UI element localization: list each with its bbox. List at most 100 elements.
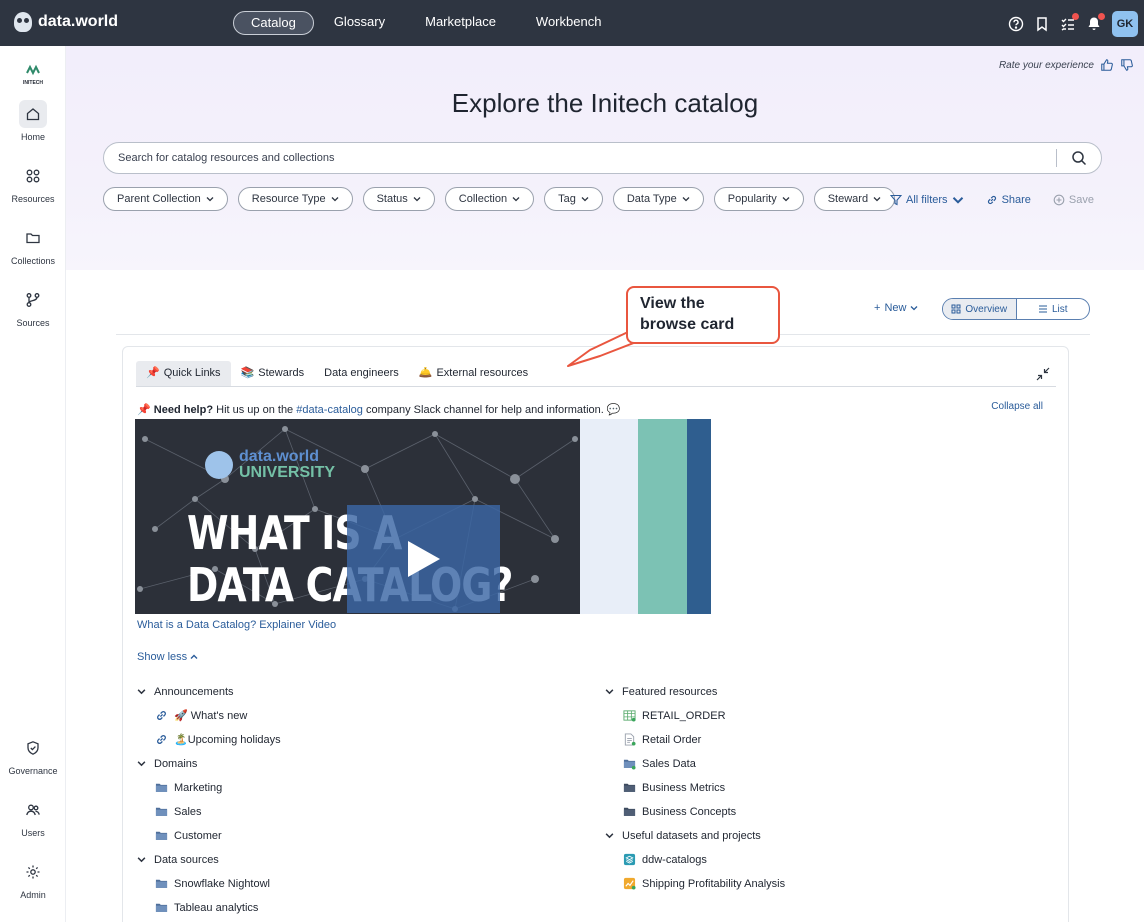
list-item[interactable]: Snowflake Nightowl [137, 875, 577, 892]
tab-stewards[interactable]: 📚 Stewards [231, 361, 315, 386]
list-item[interactable]: Retail Order [605, 731, 1045, 748]
rail-governance[interactable]: Governance [0, 734, 66, 776]
gear-icon [19, 858, 47, 886]
filter-resource-type[interactable]: Resource Type [237, 187, 353, 211]
rail-users[interactable]: Users [0, 796, 66, 838]
new-button[interactable]: + New [874, 302, 918, 314]
filter-data-type[interactable]: Data Type [612, 187, 704, 211]
rate-experience: Rate your experience [999, 58, 1134, 72]
tab-data-engineers[interactable]: Data engineers [314, 361, 409, 386]
help-text-2: company Slack channel for help and infor… [365, 404, 604, 416]
org-logo[interactable]: INITECH [20, 64, 46, 86]
nav-glossary[interactable]: Glossary [314, 11, 405, 35]
group-useful-datasets[interactable]: Useful datasets and projects [605, 827, 1045, 844]
chevron-down-icon [910, 306, 918, 311]
group-title: Announcements [154, 685, 234, 698]
filter-label: Popularity [727, 193, 777, 205]
chevron-down-icon [581, 197, 589, 202]
rail-sources[interactable]: Sources [0, 286, 66, 328]
list-item[interactable]: Business Metrics [605, 779, 1045, 796]
tasks-icon[interactable] [1060, 13, 1079, 32]
filter-collection[interactable]: Collection [444, 187, 535, 211]
folder-icon [155, 879, 168, 888]
list-item[interactable]: Business Concepts [605, 803, 1045, 820]
rail-resources[interactable]: Resources [0, 162, 66, 204]
rail-home[interactable]: Home [0, 100, 66, 142]
table-icon [623, 710, 636, 722]
chevron-down-icon [782, 197, 790, 202]
rail-admin[interactable]: Admin [0, 858, 66, 900]
group-data-sources[interactable]: Data sources [137, 851, 577, 868]
resources-icon [19, 162, 47, 190]
minimize-icon[interactable] [1036, 367, 1050, 381]
list-item[interactable]: Customer [137, 827, 577, 844]
list-item[interactable]: Sales Data [605, 755, 1045, 772]
dataset-icon [623, 853, 636, 866]
share-button[interactable]: Share [986, 194, 1031, 206]
item-label: Sales Data [642, 757, 696, 770]
search-input[interactable] [118, 143, 1038, 173]
item-label: Retail Order [642, 733, 702, 746]
list-item[interactable]: 🏝️Upcoming holidays [137, 731, 577, 748]
list-item[interactable]: Sales [137, 803, 577, 820]
app-logo[interactable]: data.world [14, 12, 118, 32]
pushpin-icon: 📌 [146, 367, 160, 379]
group-featured-resources[interactable]: Featured resources [605, 683, 1045, 700]
callout-annotation: View the browse card [626, 286, 780, 344]
folder-icon [155, 807, 168, 816]
nav-marketplace[interactable]: Marketplace [405, 11, 516, 35]
collapse-all-button[interactable]: Collapse all [991, 401, 1043, 412]
filter-status[interactable]: Status [362, 187, 435, 211]
user-avatar[interactable]: GK [1112, 11, 1138, 37]
list-view-button[interactable]: List [1017, 299, 1090, 319]
rail-users-label: Users [21, 828, 45, 838]
rail-collections[interactable]: Collections [0, 224, 66, 266]
tab-external-resources[interactable]: 🛎️ External resources [409, 361, 538, 386]
notifications-icon[interactable] [1086, 13, 1105, 32]
save-button[interactable]: Save [1053, 194, 1094, 206]
filter-tag[interactable]: Tag [544, 187, 603, 211]
group-announcements[interactable]: Announcements [137, 683, 577, 700]
nav-workbench[interactable]: Workbench [516, 11, 622, 35]
filter-steward[interactable]: Steward [813, 187, 896, 211]
item-label: Snowflake Nightowl [174, 877, 270, 890]
overview-label: Overview [965, 303, 1008, 315]
all-filters-button[interactable]: All filters [890, 194, 964, 206]
overview-view-button[interactable]: Overview [943, 299, 1017, 319]
thumbs-down-icon[interactable] [1120, 58, 1134, 72]
slack-channel-link[interactable]: #data-catalog [296, 404, 363, 416]
item-label: Marketing [174, 781, 223, 794]
callout-line2: browse card [640, 316, 735, 333]
left-rail: INITECH Home Resources Collections Sourc… [0, 46, 66, 922]
help-icon[interactable] [1008, 16, 1024, 32]
filter-parent-collection[interactable]: Parent Collection [103, 187, 228, 211]
link-icon [157, 735, 166, 744]
filter-label: Data Type [626, 193, 677, 205]
play-button[interactable] [347, 505, 500, 613]
tab-quick-links[interactable]: 📌 Quick Links [136, 361, 231, 386]
list-item[interactable]: ddw-catalogs [605, 851, 1045, 868]
filter-label: Steward [827, 193, 869, 205]
tab-label: Stewards [258, 367, 305, 379]
list-item[interactable]: Shipping Profitability Analysis [605, 875, 1045, 892]
chevron-down-icon [331, 197, 339, 202]
show-less-button[interactable]: Show less [137, 651, 198, 663]
chevron-down-icon [137, 689, 146, 695]
list-item[interactable]: Tableau analytics [137, 899, 577, 916]
video-caption-link[interactable]: What is a Data Catalog? Explainer Video [137, 619, 336, 631]
nav-catalog[interactable]: Catalog [233, 11, 314, 35]
list-item[interactable]: RETAIL_ORDER [605, 707, 1045, 724]
filter-actions: All filters Share Save [890, 194, 1094, 206]
thumbs-up-icon[interactable] [1100, 58, 1114, 72]
search-icon[interactable] [1071, 150, 1087, 166]
group-domains[interactable]: Domains [137, 755, 577, 772]
right-link-groups: Featured resources RETAIL_ORDER Retail O… [605, 683, 1045, 899]
list-item[interactable]: 🚀 What's new [137, 707, 577, 724]
bookmark-icon[interactable] [1034, 16, 1050, 32]
filter-popularity[interactable]: Popularity [713, 187, 804, 211]
new-label: New [884, 302, 907, 314]
group-title: Data sources [154, 853, 219, 866]
group-title: Domains [154, 757, 198, 770]
list-item[interactable]: Marketing [137, 779, 577, 796]
explainer-video[interactable]: data.world UNIVERSITY WHAT IS A DATA CAT… [135, 419, 711, 614]
